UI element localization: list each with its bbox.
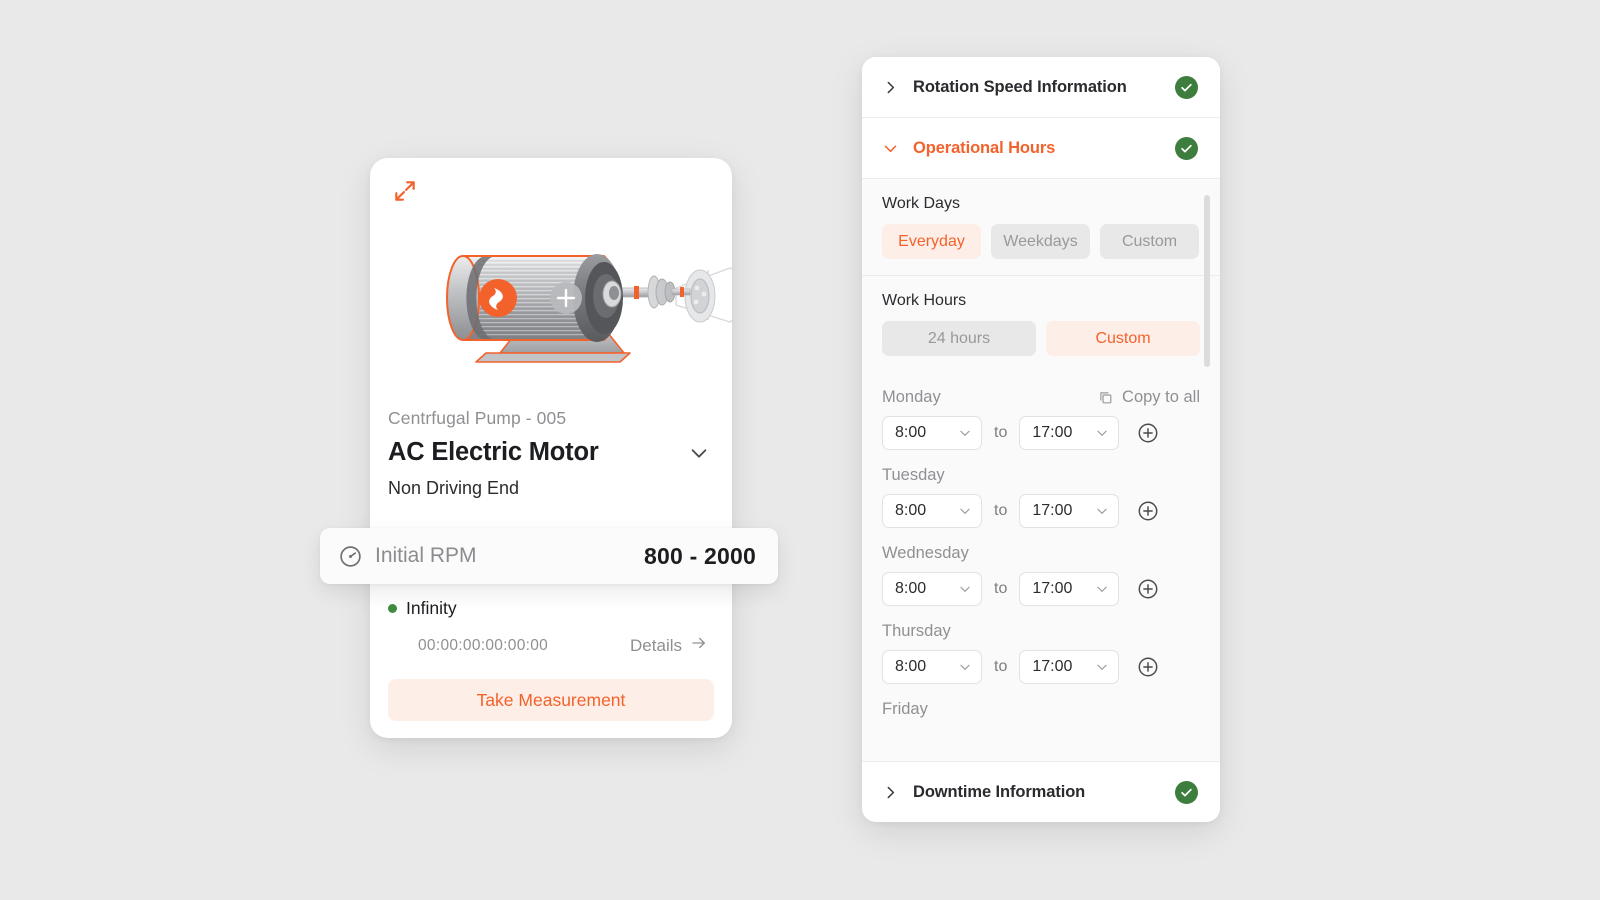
check-circle-icon	[1175, 136, 1198, 160]
asset-position: Non Driving End	[388, 478, 520, 498]
asset-status-block: Infinity 00:00:00:00:00:00 Details Take …	[388, 598, 714, 721]
start-time-value: 8:00	[895, 580, 927, 597]
copy-to-all-button[interactable]: Copy to all	[1097, 388, 1200, 407]
schedule-time-row: 8:00 to 17:00	[882, 572, 1200, 606]
plus-circle-icon[interactable]	[1137, 578, 1159, 600]
arrow-right-icon	[690, 634, 708, 657]
chevron-down-icon	[1095, 660, 1109, 674]
plus-circle-icon[interactable]	[1137, 656, 1159, 678]
start-time-select-tuesday[interactable]: 8:00	[882, 494, 982, 528]
to-label: to	[994, 502, 1008, 519]
expand-arrows-icon[interactable]	[392, 178, 418, 204]
copy-to-all-label: Copy to all	[1122, 387, 1200, 406]
accordion-header-operational-hours[interactable]: Operational Hours	[862, 118, 1220, 179]
schedule-day-header: Monday Copy to all	[882, 386, 1200, 408]
asset-meta: Centrfugal Pump - 005 AC Electric Motor …	[388, 406, 714, 500]
schedule-day-header: Wednesday	[882, 542, 1200, 564]
panel-scrollbar-thumb[interactable]	[1204, 195, 1210, 367]
work-days-option-weekdays[interactable]: Weekdays	[991, 224, 1090, 259]
chevron-down-icon	[882, 140, 899, 157]
weekly-schedule: Monday Copy to all 8:00 to 17:00 Tuesday…	[862, 386, 1220, 720]
take-measurement-button[interactable]: Take Measurement	[388, 679, 714, 721]
day-label: Friday	[882, 699, 928, 718]
start-time-value: 8:00	[895, 424, 927, 441]
day-label: Monday	[882, 387, 941, 406]
plus-circle-icon[interactable]	[1137, 500, 1159, 522]
timer-value: 00:00:00:00:00:00	[418, 636, 549, 654]
schedule-time-row: 8:00 to 17:00	[882, 650, 1200, 684]
chevron-down-icon	[958, 504, 972, 518]
check-circle-icon	[1175, 75, 1198, 99]
accordion-header-rotation-speed-information[interactable]: Rotation Speed Information	[862, 57, 1220, 118]
to-label: to	[994, 424, 1008, 441]
copy-icon	[1097, 389, 1114, 406]
work-hours-option-24-hours[interactable]: 24 hours	[882, 321, 1036, 356]
start-time-value: 8:00	[895, 502, 927, 519]
status-label: Infinity	[406, 598, 457, 618]
ac-electric-motor-illustration	[370, 210, 732, 390]
chevron-right-icon	[882, 784, 899, 801]
work-hours-segmented-control: 24 hours Custom	[862, 310, 1220, 372]
to-label: to	[994, 658, 1008, 675]
chevron-down-icon	[1095, 582, 1109, 596]
asset-card: Centrfugal Pump - 005 AC Electric Motor …	[370, 158, 732, 738]
chevron-down-icon	[1095, 504, 1109, 518]
screen: Centrfugal Pump - 005 AC Electric Motor …	[0, 0, 1600, 900]
chevron-down-icon	[958, 426, 972, 440]
schedule-time-row: 8:00 to 17:00	[882, 494, 1200, 528]
start-time-select-wednesday[interactable]: 8:00	[882, 572, 982, 606]
status-dot	[388, 604, 397, 613]
to-label: to	[994, 580, 1008, 597]
chevron-down-icon[interactable]	[688, 442, 710, 464]
end-time-value: 17:00	[1032, 658, 1073, 675]
operational-hours-body: Work Days Everyday Weekdays Custom Work …	[862, 179, 1220, 761]
accordion-title: Operational Hours	[913, 138, 1056, 157]
schedule-day-header: Tuesday	[882, 464, 1200, 486]
work-hours-label: Work Hours	[882, 292, 967, 309]
start-time-select-monday[interactable]: 8:00	[882, 416, 982, 450]
day-label: Wednesday	[882, 543, 969, 562]
schedule-day-header: Thursday	[882, 620, 1200, 642]
end-time-select-monday[interactable]: 17:00	[1019, 416, 1120, 450]
accordion-title: Downtime Information	[913, 782, 1086, 801]
end-time-value: 17:00	[1032, 424, 1073, 441]
accordion-header-downtime-information[interactable]: Downtime Information	[862, 761, 1220, 822]
chevron-down-icon	[958, 582, 972, 596]
chevron-down-icon	[958, 660, 972, 674]
initial-rpm-chip: Initial RPM 800 - 2000	[320, 528, 778, 584]
details-link[interactable]: Details	[630, 634, 708, 657]
work-days-option-everyday[interactable]: Everyday	[882, 224, 981, 259]
chevron-down-icon	[1095, 426, 1109, 440]
work-days-label: Work Days	[882, 195, 960, 212]
work-days-segmented-control: Everyday Weekdays Custom	[862, 213, 1220, 275]
work-days-option-custom[interactable]: Custom	[1100, 224, 1199, 259]
end-time-select-wednesday[interactable]: 17:00	[1019, 572, 1120, 606]
end-time-select-thursday[interactable]: 17:00	[1019, 650, 1120, 684]
asset-subtitle: Centrfugal Pump - 005	[388, 408, 567, 428]
status-badge: Infinity	[388, 598, 714, 619]
end-time-value: 17:00	[1032, 502, 1073, 519]
timer-row: 00:00:00:00:00:00 Details	[388, 634, 714, 657]
initial-rpm-value: 800 - 2000	[644, 542, 756, 569]
work-hours-option-custom[interactable]: Custom	[1046, 321, 1200, 356]
panel-scrollbar-track[interactable]	[1204, 187, 1215, 753]
chevron-right-icon	[882, 79, 899, 96]
details-label: Details	[630, 635, 682, 655]
page-title: AC Electric Motor	[388, 438, 599, 466]
end-time-select-tuesday[interactable]: 17:00	[1019, 494, 1120, 528]
check-circle-icon	[1175, 780, 1198, 804]
schedule-day-header: Friday	[882, 698, 1200, 720]
end-time-value: 17:00	[1032, 580, 1073, 597]
accordion-title: Rotation Speed Information	[913, 77, 1127, 96]
gauge-icon	[338, 544, 363, 569]
day-label: Thursday	[882, 621, 951, 640]
asset-title-row[interactable]: AC Electric Motor	[388, 438, 714, 467]
configuration-panel: Rotation Speed Information Operational H…	[862, 57, 1220, 822]
initial-rpm-label: Initial RPM	[375, 544, 477, 567]
start-time-select-thursday[interactable]: 8:00	[882, 650, 982, 684]
schedule-time-row: 8:00 to 17:00	[882, 416, 1200, 450]
plus-circle-icon[interactable]	[1137, 422, 1159, 444]
start-time-value: 8:00	[895, 658, 927, 675]
day-label: Tuesday	[882, 465, 945, 484]
